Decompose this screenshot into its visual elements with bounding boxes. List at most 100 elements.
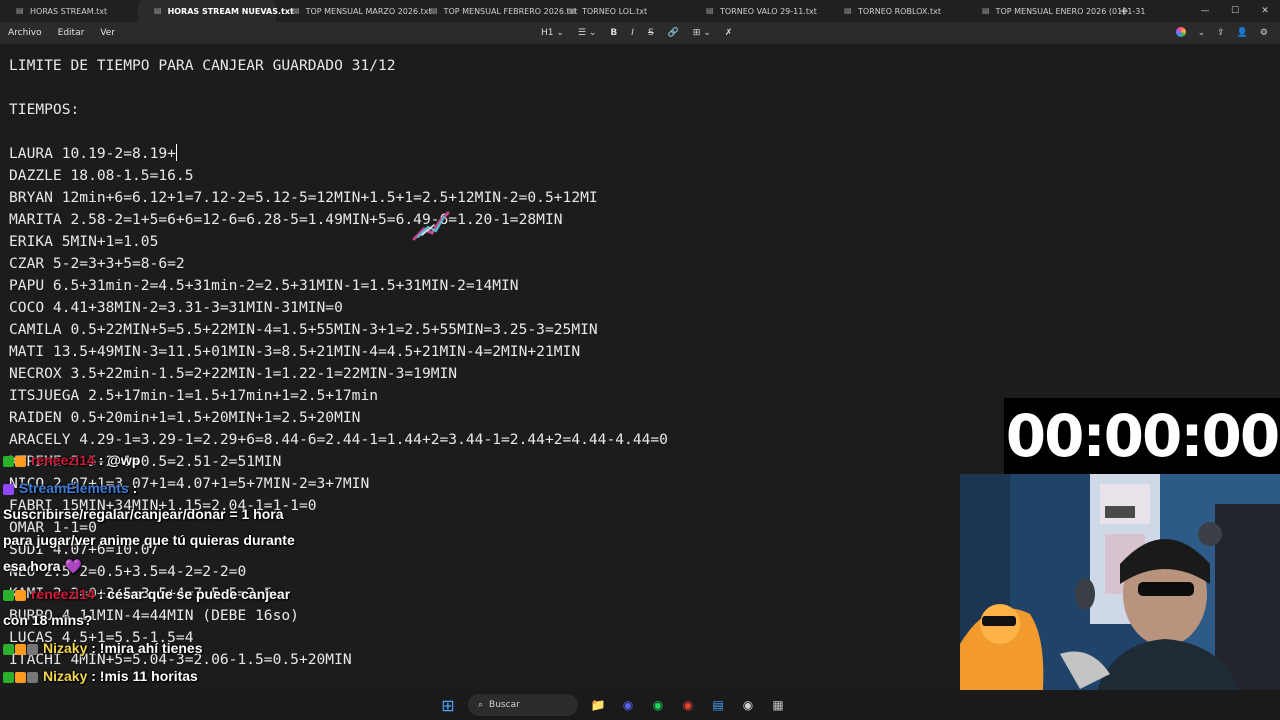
chat-username: Nizaky — [43, 640, 88, 656]
chevron-down-icon[interactable]: ⌄ — [1192, 28, 1212, 38]
chat-text: para jugar/ver anime que tú quieras dura… — [3, 532, 295, 548]
chevron-down-icon: ⌄ — [588, 28, 597, 38]
chat-message: Suscribirse/regalar/canjear/donar = 1 ho… — [3, 506, 284, 522]
tab-bar: ▤ HORAS STREAM.txt ▤ HORAS STREAM NUEVAS.tx… — [0, 0, 1280, 22]
tab-label: HORAS STREAM NUEVAS.txt — [167, 6, 294, 16]
right-toolbar: ⌄ ⇪ 👤 ⚙ — [1170, 22, 1274, 44]
chat-badges — [3, 454, 27, 470]
badge-icon — [27, 644, 38, 655]
chat-badges — [3, 588, 27, 604]
editor-line[interactable] — [9, 121, 668, 143]
stream-timer: 00:00:00 — [1004, 398, 1280, 474]
chat-username: reneezi14 — [31, 586, 95, 602]
editor-line[interactable]: LIMITE DE TIEMPO PARA CANJEAR GUARDADO 3… — [9, 55, 668, 77]
italic-button[interactable]: I — [624, 22, 641, 44]
clear-format-button[interactable]: ✗ — [718, 22, 740, 44]
chat-overlay: reneezi14 : @wp StreamElements : Suscribir… — [0, 448, 420, 720]
taskbar-search[interactable]: ⌕ Buscar — [468, 694, 578, 716]
tab-6[interactable]: ▤ TORNEO ROBLOX.txt — [828, 0, 966, 22]
tab-label: TORNEO ROBLOX.txt — [858, 6, 941, 16]
tab-2[interactable]: ▤ TOP MENSUAL MARZO 2026.txt — [276, 0, 432, 22]
window-controls: — ☐ ✕ — [1190, 0, 1280, 22]
menu-bar: Archivo Editar Ver H1 ⌄ ☰ ⌄ B I S 🔗 ⊞ ⌄ ✗ … — [0, 22, 1280, 44]
bold-button[interactable]: B — [603, 22, 624, 44]
menu-archivo[interactable]: Archivo — [0, 28, 50, 38]
chrome-icon[interactable]: ◉ — [678, 695, 698, 715]
tab-label: TOP MENSUAL ENERO 2026 (0101-31 — [995, 6, 1146, 16]
list-dropdown[interactable]: ☰ ⌄ — [571, 22, 604, 44]
link-button[interactable]: 🔗 — [661, 22, 686, 44]
chat-username: reneezi14 — [31, 452, 95, 468]
badge-icon — [3, 484, 14, 495]
maximize-button[interactable]: ☐ — [1220, 0, 1250, 22]
editor-line[interactable]: PAPU 6.5+31min-2=4.5+31min-2=2.5+31MIN-1… — [9, 275, 668, 297]
badge-icon — [3, 672, 14, 683]
tab-1[interactable]: ▤ HORAS STREAM NUEVAS.txt — [138, 0, 294, 22]
mouse-cursor-trail — [412, 211, 450, 241]
chat-badges — [3, 482, 15, 498]
minimize-button[interactable]: — — [1190, 0, 1220, 22]
editor-line[interactable]: ITSJUEGA 2.5+17min-1=1.5+17min+1=2.5+17m… — [9, 385, 668, 407]
account-icon[interactable]: 👤 — [1231, 28, 1254, 38]
chat-username: StreamElements — [19, 480, 129, 496]
menu-ver[interactable]: Ver — [92, 28, 123, 38]
discord-icon[interactable]: ◉ — [618, 695, 638, 715]
app-icon[interactable]: ▦ — [768, 695, 788, 715]
webcam-feed — [960, 474, 1280, 720]
chat-text: : césar que se puede canjear — [94, 586, 291, 602]
tab-label: HORAS STREAM.txt — [30, 6, 108, 16]
badge-icon — [3, 590, 14, 601]
editor-line[interactable]: BRYAN 12min+6=6.12+1=7.12-2=5.12-5=12MIN… — [9, 187, 668, 209]
table-icon: ⊞ — [692, 28, 701, 38]
badge-icon — [15, 590, 26, 601]
editor-line[interactable]: COCO 4.41+38MIN-2=3.31-3=31MIN-31MIN=0 — [9, 297, 668, 319]
badge-icon — [15, 644, 26, 655]
notepad-icon[interactable]: ▤ — [708, 695, 728, 715]
windows-start-icon[interactable]: ⊞ — [438, 695, 458, 715]
chat-badges — [3, 670, 39, 686]
chat-text: esa hora 💜 — [3, 558, 82, 574]
document-icon: ▤ — [16, 6, 24, 15]
editor-line[interactable]: CAMILA 0.5+22MIN+5=5.5+22MIN-4=1.5+55MIN… — [9, 319, 668, 341]
document-icon: ▤ — [844, 6, 852, 15]
tab-0[interactable]: ▤ HORAS STREAM.txt — [0, 0, 138, 22]
editor-line[interactable]: DAZZLE 18.08-1.5=16.5 — [9, 165, 668, 187]
webcam-image — [960, 474, 1280, 720]
spotify-icon[interactable]: ◉ — [648, 695, 668, 715]
obs-icon[interactable]: ◉ — [738, 695, 758, 715]
chat-text: Suscribirse/regalar/canjear/donar = 1 ho… — [3, 506, 284, 522]
tab-7[interactable]: ▤ TOP MENSUAL ENERO 2026 (0101-31 — [966, 0, 1145, 22]
chat-badges — [3, 642, 39, 658]
copilot-button[interactable] — [1170, 26, 1192, 40]
search-label: Buscar — [489, 700, 520, 710]
heading-dropdown[interactable]: H1 ⌄ — [534, 22, 571, 44]
chat-text: : — [128, 480, 138, 496]
copilot-icon — [1175, 26, 1186, 37]
chevron-down-icon: ⌄ — [703, 28, 711, 38]
editor-line[interactable]: NECROX 3.5+22min-1.5=2+22MIN-1=1.22-1=22… — [9, 363, 668, 385]
tab-5[interactable]: ▤ TORNEO VALO 29-11.txt — [690, 0, 828, 22]
close-button[interactable]: ✕ — [1250, 0, 1280, 22]
editor-line[interactable]: CZAR 5-2=3+3+5=8-6=2 — [9, 253, 668, 275]
editor-line[interactable]: RAIDEN 0.5+20min+1=1.5+20MIN+1=2.5+20MIN — [9, 407, 668, 429]
chat-message: esa hora 💜 — [3, 558, 82, 575]
tab-label: TOP MENSUAL MARZO 2026.txt — [305, 6, 432, 16]
editor-line[interactable]: MATI 13.5+49MIN-3=11.5+01MIN-3=8.5+21MIN… — [9, 341, 668, 363]
editor-line[interactable] — [9, 77, 668, 99]
strikethrough-button[interactable]: S — [641, 22, 661, 44]
badge-icon — [3, 644, 14, 655]
menu-editar[interactable]: Editar — [50, 28, 93, 38]
editor-line[interactable]: MARITA 2.58-2=1+5=6+6=12-6=6.28-5=1.49MI… — [9, 209, 668, 231]
editor-line[interactable]: ERIKA 5MIN+1=1.05 — [9, 231, 668, 253]
tab-3[interactable]: ▤ TOP MENSUAL FEBRERO 2026.txt — [414, 0, 578, 22]
tab-label: TORNEO LOL.txt — [582, 6, 648, 16]
document-icon: ▤ — [982, 6, 990, 15]
table-dropdown[interactable]: ⊞ ⌄ — [686, 22, 718, 44]
share-icon[interactable]: ⇪ — [1211, 28, 1231, 38]
editor-line[interactable]: TIEMPOS: — [9, 99, 668, 121]
settings-icon[interactable]: ⚙ — [1254, 28, 1274, 38]
file-explorer-icon[interactable]: 📁 — [588, 695, 608, 715]
editor-line[interactable]: LAURA 10.19-2=8.19+ — [9, 143, 668, 165]
text-caret — [175, 144, 177, 161]
tab-4[interactable]: ▤ TORNEO LOL.txt — [552, 0, 690, 22]
